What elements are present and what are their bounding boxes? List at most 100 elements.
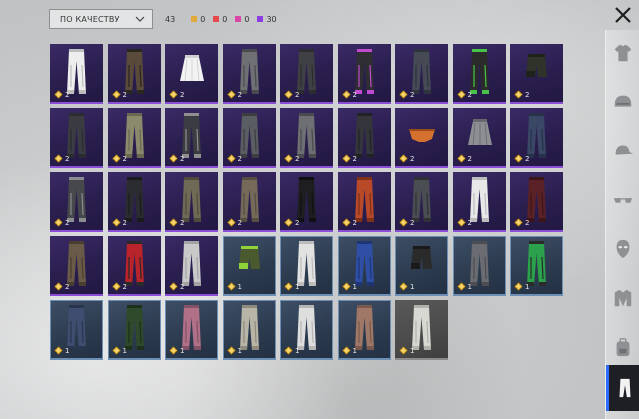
inventory-item[interactable]: 2: [280, 44, 333, 104]
category-helmets[interactable]: [608, 87, 638, 117]
gem-icon: [284, 218, 293, 227]
inventory-item[interactable]: 2: [107, 236, 161, 296]
item-counts: 43 0 0 0 30: [165, 15, 285, 24]
item-count: 1: [295, 282, 300, 291]
inventory-item[interactable]: 2: [222, 44, 276, 104]
purple-square-icon: [257, 16, 264, 22]
item-count: 2: [410, 90, 415, 99]
category-tops[interactable]: [608, 38, 638, 68]
item-count-badge: 2: [399, 154, 414, 163]
inventory-item[interactable]: 2: [510, 44, 563, 104]
item-count: 2: [467, 90, 472, 99]
category-caps[interactable]: [608, 136, 638, 166]
inventory-item[interactable]: 1: [50, 300, 103, 360]
category-jackets[interactable]: [608, 283, 638, 313]
gem-icon: [399, 154, 408, 163]
gem-icon: [399, 218, 408, 227]
inventory-item[interactable]: 1: [280, 236, 333, 296]
inventory-item[interactable]: 1: [107, 300, 161, 360]
inventory-item[interactable]: 1: [165, 300, 218, 360]
chevron-down-icon: [135, 16, 145, 22]
item-count-badge: 1: [399, 282, 414, 291]
inventory-item[interactable]: 2: [50, 108, 103, 168]
inventory-item[interactable]: 2: [510, 172, 563, 232]
gem-icon: [341, 218, 351, 227]
item-count-badge: 2: [111, 218, 127, 227]
item-count: 1: [410, 282, 415, 291]
inventory-item[interactable]: 2: [165, 236, 218, 296]
sort-label: ПО КАЧЕСТВУ: [60, 14, 120, 24]
inventory-item[interactable]: 2: [337, 172, 391, 232]
gem-icon: [284, 90, 293, 99]
total-count: 43: [165, 14, 176, 24]
item-count-badge: 2: [456, 218, 472, 227]
item-count-badge: 2: [169, 282, 184, 291]
inventory-item[interactable]: 2: [452, 172, 506, 232]
inventory-item[interactable]: 2: [337, 44, 391, 104]
jacket-icon: [614, 289, 632, 307]
inventory-item[interactable]: 1: [280, 300, 333, 360]
gem-icon: [284, 346, 293, 355]
inventory-item[interactable]: 2: [452, 44, 506, 104]
close-icon: [615, 7, 631, 23]
inventory-item[interactable]: 2: [165, 108, 218, 168]
gem-icon: [341, 346, 351, 355]
inventory-item[interactable]: 2: [395, 108, 448, 168]
gem-icon: [284, 154, 293, 163]
inventory-item[interactable]: 2: [452, 108, 506, 168]
toolbar: ПО КАЧЕСТВУ 43 0 0 0 30: [49, 8, 285, 30]
inventory-item[interactable]: 2: [50, 44, 103, 104]
category-sidebar: [605, 30, 639, 419]
inventory-item[interactable]: 1: [337, 300, 391, 360]
inventory-item[interactable]: 1: [395, 236, 448, 296]
inventory-item[interactable]: 1: [337, 236, 391, 296]
gem-icon: [399, 282, 408, 291]
inventory-item[interactable]: 2: [50, 172, 103, 232]
item-count-badge: 1: [341, 282, 357, 291]
gem-icon: [341, 90, 351, 99]
inventory-item[interactable]: 2: [165, 44, 218, 104]
category-backpacks[interactable]: [608, 332, 638, 362]
inventory-item[interactable]: 2: [165, 172, 218, 232]
item-count: 2: [352, 90, 357, 99]
inventory-item[interactable]: 1: [222, 300, 276, 360]
category-glasses[interactable]: [608, 185, 638, 215]
item-count-badge: 2: [514, 90, 529, 99]
sort-dropdown[interactable]: ПО КАЧЕСТВУ: [49, 9, 153, 29]
item-count-badge: 2: [456, 154, 472, 163]
item-count: 2: [65, 154, 70, 163]
item-count: 2: [295, 154, 300, 163]
item-count-badge: 2: [341, 218, 357, 227]
item-count-badge: 2: [169, 154, 184, 163]
close-button[interactable]: [612, 4, 634, 26]
category-masks[interactable]: [608, 234, 638, 264]
item-count-badge: 2: [111, 154, 127, 163]
item-count: 2: [180, 218, 185, 227]
gem-icon: [226, 282, 236, 291]
gem-icon: [456, 282, 466, 291]
item-count: 2: [180, 90, 185, 99]
gem-icon: [54, 154, 63, 163]
inventory-item[interactable]: 1: [395, 300, 448, 360]
inventory-item[interactable]: 2: [222, 108, 276, 168]
item-count-badge: 2: [456, 90, 472, 99]
item-count-badge: 2: [341, 90, 357, 99]
inventory-item[interactable]: 2: [395, 44, 448, 104]
inventory-item[interactable]: 2: [107, 44, 161, 104]
inventory-item[interactable]: 2: [107, 172, 161, 232]
inventory-item[interactable]: 2: [107, 108, 161, 168]
inventory-item[interactable]: 2: [280, 108, 333, 168]
inventory-item[interactable]: 2: [395, 172, 448, 232]
item-count-badge: 2: [54, 154, 69, 163]
inventory-item[interactable]: 2: [280, 172, 333, 232]
inventory-item[interactable]: 1: [222, 236, 276, 296]
item-count: 1: [525, 282, 530, 291]
inventory-item[interactable]: 1: [452, 236, 506, 296]
item-count-badge: 1: [54, 346, 69, 355]
inventory-item[interactable]: 2: [510, 108, 563, 168]
inventory-item[interactable]: 2: [222, 172, 276, 232]
category-pants[interactable]: [606, 365, 639, 411]
inventory-item[interactable]: 1: [510, 236, 563, 296]
inventory-item[interactable]: 2: [50, 236, 103, 296]
inventory-item[interactable]: 2: [337, 108, 391, 168]
